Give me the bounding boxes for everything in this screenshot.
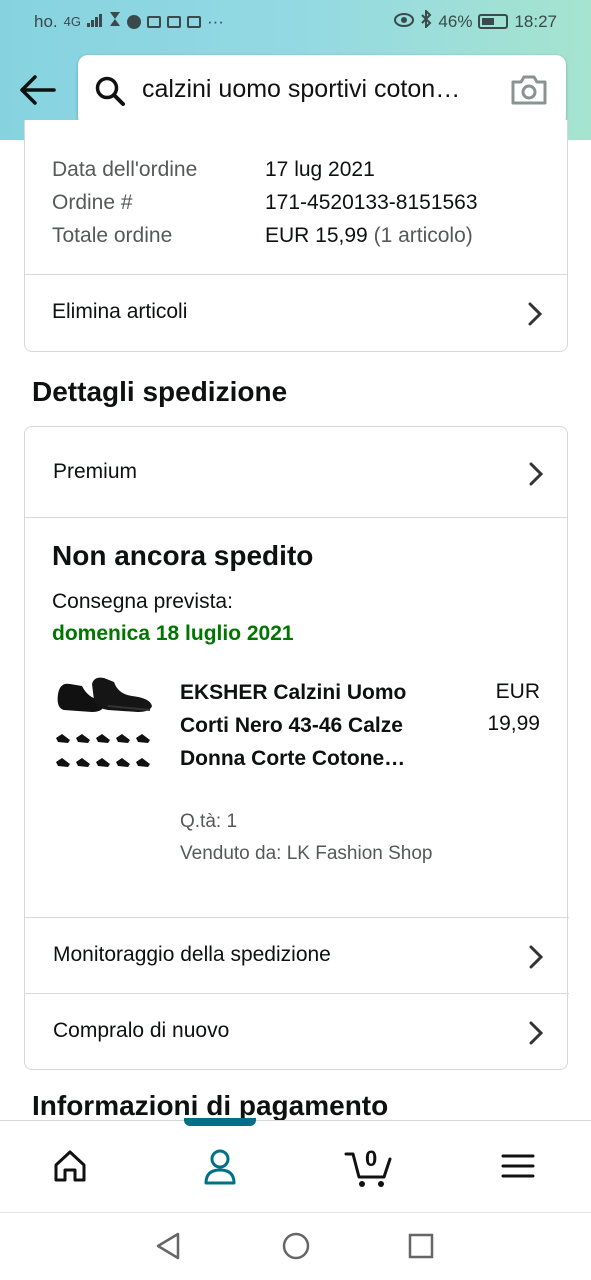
buy-again-row[interactable]: Compralo di nuovo (25, 993, 569, 1069)
clock-time: 18:27 (514, 11, 557, 31)
premium-row[interactable]: Premium (25, 427, 569, 517)
back-button[interactable] (18, 72, 58, 108)
track-shipment-label: Monitoraggio della spedizione (53, 943, 331, 966)
battery-icon (478, 14, 509, 29)
system-navigation-bar (0, 1212, 591, 1280)
order-total-label: Totale ordine (52, 224, 173, 247)
track-shipment-row[interactable]: Monitoraggio della spedizione (25, 917, 569, 993)
order-number-value: 171-4520133-8151563 (265, 191, 478, 214)
delivery-estimate-date: domenica 18 luglio 2021 (52, 622, 294, 645)
product-title-link[interactable]: EKSHER Calzini Uomo Corti Nero 43-46 Cal… (180, 676, 436, 775)
bluetooth-icon (420, 8, 432, 33)
active-tab-indicator (184, 1118, 256, 1126)
divider (25, 517, 567, 518)
hamburger-menu-icon (501, 1154, 535, 1178)
chevron-right-icon (529, 945, 544, 974)
product-seller: Venduto da: LK Fashion Shop (180, 843, 433, 864)
globe-icon (126, 14, 141, 29)
app-header: ho. 4G ··· 46% 18:27 calzini uomo sporti… (0, 0, 591, 140)
shipping-section-title: Dettagli spedizione (32, 376, 288, 407)
signal-icon (86, 12, 103, 32)
more-notifications-label: ··· (206, 11, 224, 31)
payment-section-title: Informazioni di pagamento (32, 1090, 389, 1120)
chevron-right-icon (529, 462, 544, 491)
nav-menu-button[interactable] (500, 1146, 544, 1190)
chevron-right-icon (528, 302, 543, 331)
delete-items-row[interactable]: Elimina articoli (24, 274, 568, 350)
system-home-icon[interactable] (281, 1231, 311, 1266)
product-price: EUR 19,99 (470, 676, 540, 740)
calendar-icon (146, 15, 161, 28)
calendar-icon (166, 15, 181, 28)
camera-icon[interactable] (510, 73, 548, 112)
order-date-value: 17 lug 2021 (265, 158, 375, 181)
nav-account-button[interactable] (198, 1146, 242, 1190)
nav-home-button[interactable] (50, 1146, 94, 1190)
user-icon (204, 1149, 236, 1185)
search-input[interactable]: calzini uomo sportivi coton… (142, 75, 502, 104)
product-price-value: 19,99 (487, 712, 540, 735)
hourglass-icon (109, 11, 121, 32)
order-date-label: Data dell'ordine (52, 158, 198, 181)
product-quantity: Q.tà: 1 (180, 811, 238, 832)
system-recents-icon[interactable] (407, 1232, 435, 1265)
carrier-label: ho. (34, 11, 58, 31)
status-bar: ho. 4G ··· 46% 18:27 (0, 0, 591, 40)
cart-count-badge: 0 (365, 1146, 378, 1171)
order-number-label: Ordine # (52, 191, 133, 214)
search-icon (94, 75, 126, 112)
order-total-items: (1 articolo) (373, 224, 473, 247)
delivery-estimate-label: Consegna prevista: (52, 590, 233, 613)
battery-percent: 46% (438, 11, 473, 31)
calendar-icon (186, 15, 201, 28)
search-bar[interactable]: calzini uomo sportivi coton… (78, 55, 566, 127)
shipment-status-title: Non ancora spedito (52, 540, 314, 571)
buy-again-label: Compralo di nuovo (53, 1019, 230, 1042)
order-total-amount: EUR 15,99 (265, 224, 368, 247)
product-image[interactable] (52, 676, 160, 780)
eye-icon (394, 12, 415, 32)
network-label: 4G (63, 14, 81, 29)
chevron-right-icon (529, 1021, 544, 1050)
back-arrow-icon (20, 75, 56, 105)
premium-label: Premium (53, 460, 138, 483)
product-price-currency: EUR (495, 680, 540, 703)
system-back-icon[interactable] (154, 1231, 182, 1266)
order-total-value: EUR 15,99 (1 articolo) (265, 224, 473, 248)
delete-items-label: Elimina articoli (52, 300, 188, 323)
home-icon (54, 1150, 86, 1182)
